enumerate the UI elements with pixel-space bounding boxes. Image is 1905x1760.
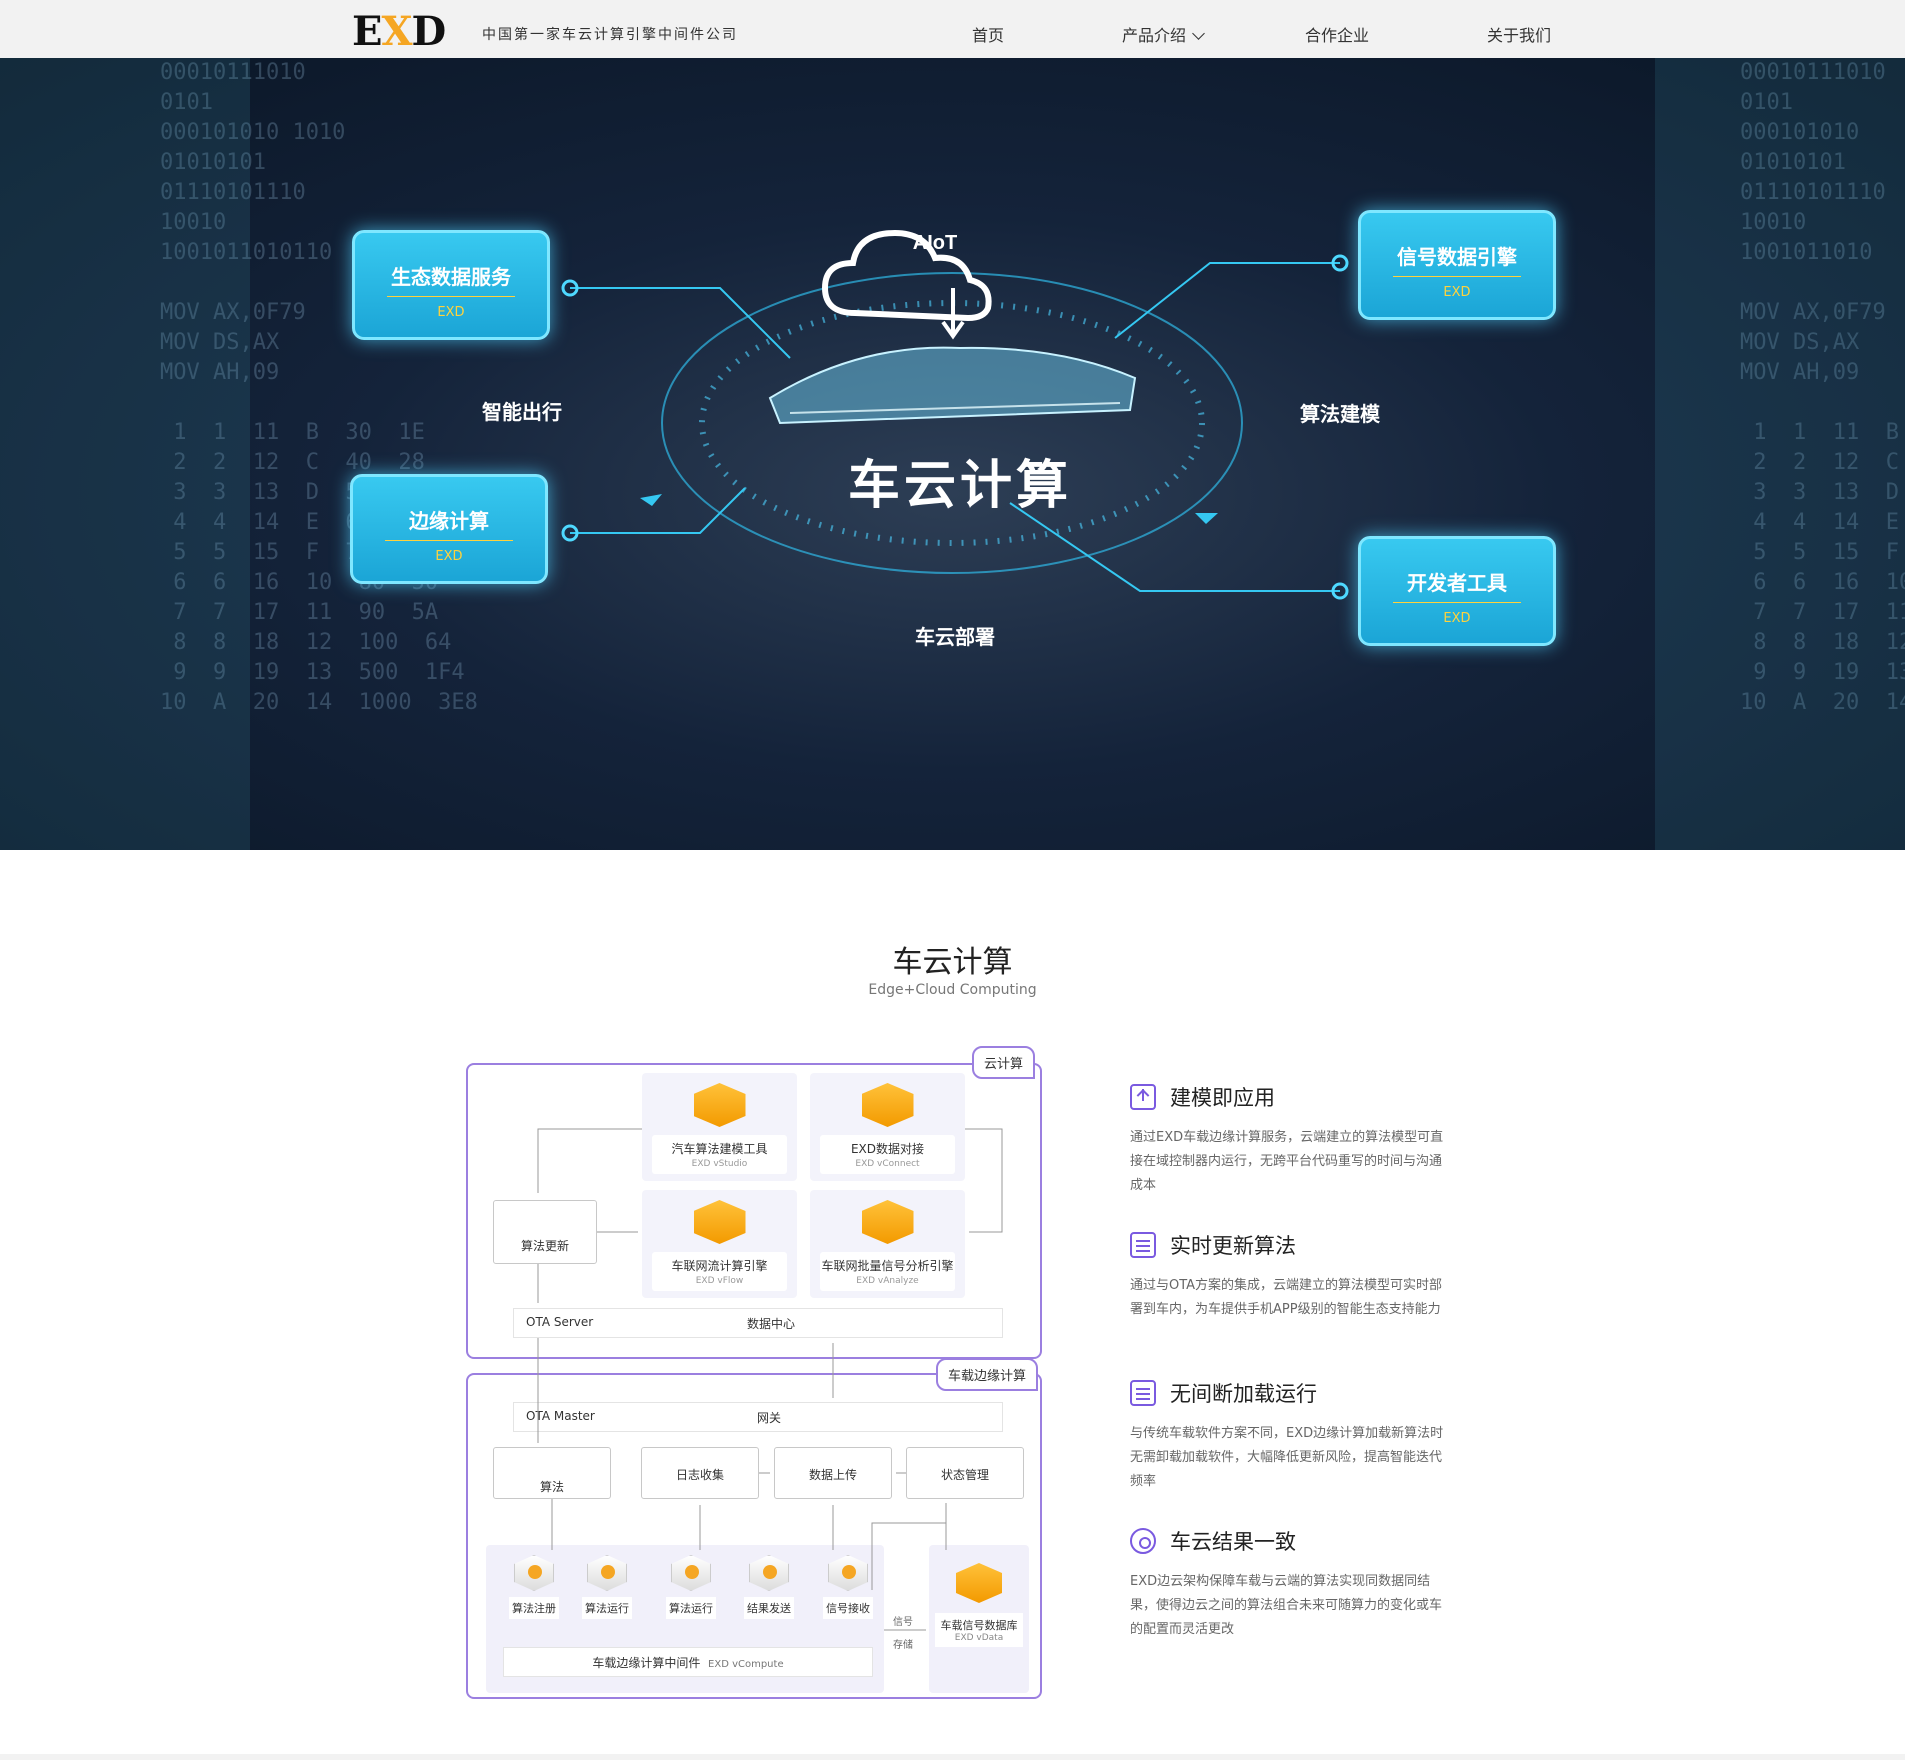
section-title: 车云计算	[892, 945, 1013, 980]
edit-doc-icon	[1130, 1232, 1156, 1258]
nav-about[interactable]: 关于我们	[1487, 22, 1551, 46]
aiot-label: AIoT	[913, 232, 957, 254]
nav-products[interactable]: 产品介绍	[1122, 22, 1205, 46]
list-doc-icon	[1130, 1380, 1156, 1406]
section-subtitle: Edge+Cloud Computing	[868, 982, 1037, 998]
gear-icon	[1130, 1528, 1156, 1554]
feature-modeling-as-app: 建模即应用 通过EXD车载边缘计算服务，云端建立的算法模型可直接在域控制器内运行…	[1130, 1084, 1444, 1193]
feature-consistent-results: 车云结果一致 EXD边云架构保障车载与云端的算法实现同数据同结果，使得边云之间的…	[1130, 1528, 1443, 1637]
feature-realtime-update: 实时更新算法 通过与OTA方案的集成，云端建立的算法模型可实时部署到车内，为车提…	[1130, 1232, 1443, 1317]
upload-icon	[1130, 1084, 1156, 1110]
nav-home[interactable]: 首页	[972, 22, 1005, 60]
exd-logo[interactable]: EXD	[352, 8, 446, 55]
chevron-down-icon	[1192, 27, 1205, 40]
hero-banner: 00010111010 0101 000101010 1010 01010101…	[0, 58, 1905, 850]
feature-nonstop-loading: 无间断加载运行 与传统车载软件方案不同，EXD边缘计算加载新算法时无需卸载加载软…	[1130, 1380, 1444, 1489]
diagram-connectors	[537, 1128, 1003, 1631]
nav-partners[interactable]: 合作企业	[1305, 22, 1369, 46]
hero-label-algo-modeling: 算法建模	[1300, 402, 1380, 426]
hero-box-edge-computing[interactable]: 边缘计算 EXD	[350, 474, 548, 584]
architecture-diagram: 云计算 汽车算法建模工具 EXD vStudio EXD数据对接 EXD vConn…	[466, 1045, 1042, 1699]
hero-box-ecosystem-data[interactable]: 生态数据服务 EXD	[352, 230, 550, 340]
hero-label-deployment: 车云部署	[915, 625, 995, 649]
top-nav-bar: EXD 中国第一家车云计算引擎中间件公司 首页 产品介绍 合作企业 关于我们	[0, 0, 1905, 60]
hero-box-developer-tools[interactable]: 开发者工具 EXD	[1358, 536, 1556, 646]
company-tagline: 中国第一家车云计算引擎中间件公司	[482, 27, 738, 43]
hero-title: 车云计算	[848, 456, 1073, 516]
hero-label-smart-travel: 智能出行	[482, 400, 562, 424]
page: EXD 中国第一家车云计算引擎中间件公司 首页 产品介绍 合作企业 关于我们 0…	[0, 0, 1905, 1760]
footer-strip	[0, 1754, 1905, 1760]
hero-box-signal-engine[interactable]: 信号数据引擎 EXD	[1358, 210, 1556, 320]
